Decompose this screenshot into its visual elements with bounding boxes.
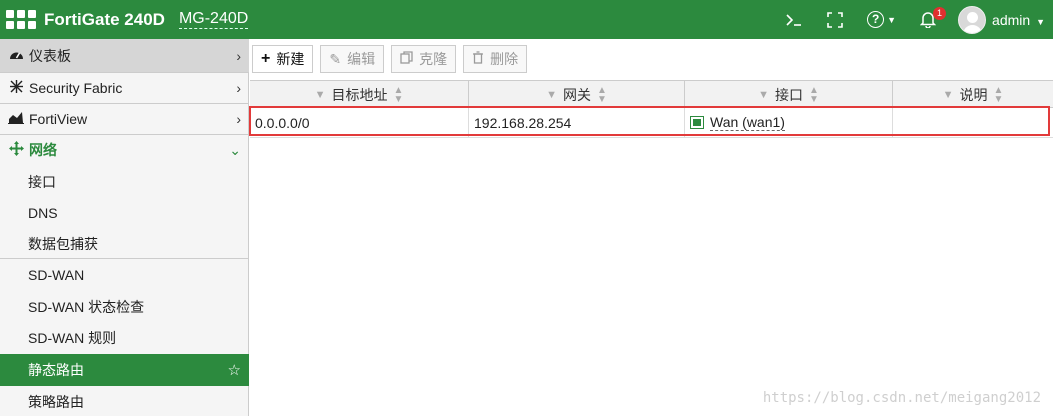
top-bar-actions: ? ▼ 1 admin ▼ [785, 0, 1053, 39]
network-icon [6, 141, 26, 159]
interface-link[interactable]: Wan (wan1) [710, 114, 785, 131]
chevron-right-icon: › [236, 47, 241, 64]
filter-icon[interactable]: ▼ [943, 89, 954, 101]
avatar[interactable] [958, 5, 987, 34]
column-label: 网关 [562, 86, 591, 103]
sidebar-item-security-fabric[interactable]: Security Fabric › [0, 73, 249, 103]
watermark: https://blog.csdn.net/meigang2012 [762, 390, 1041, 406]
column-header-gateway[interactable]: ▼ 网关 ▲ ▼ [469, 81, 685, 108]
sidebar-item-policy-routes[interactable]: 策略路由 [0, 387, 249, 416]
static-routes-table: ▼ 目标地址 ▲ ▼ ▼ 网关 ▲ ▼ ▼ 接口 ▲ ▼ ▼ 说明 ▲ ▼ 0.0.0.… [249, 80, 1053, 138]
sidebar-item-label: SD-WAN [28, 267, 85, 283]
notifications-button[interactable]: 1 [920, 7, 947, 28]
sidebar-item-static-routes[interactable]: 静态路由 ☆ [0, 354, 249, 386]
dashboard-icon [6, 48, 26, 64]
sidebar-item-packet-capture[interactable]: 数据包捕获 [0, 228, 249, 259]
delete-button[interactable]: 删除 [463, 45, 528, 73]
sidebar-item-sd-wan-rules[interactable]: SD-WAN 规则 [0, 322, 249, 353]
interface-cell: Wan (wan1) [685, 108, 893, 137]
port-icon [690, 116, 704, 129]
chevron-right-icon: › [236, 80, 241, 96]
clone-icon [400, 51, 413, 67]
toolbar: + 新建 ✎ 编辑 克隆 删除 [252, 45, 534, 73]
sort-icon[interactable]: ▲ ▼ [597, 85, 607, 104]
star-icon[interactable]: ☆ [228, 361, 241, 379]
filter-icon[interactable]: ▼ [758, 89, 769, 101]
destination-cell: 0.0.0.0/0 [250, 108, 469, 137]
pencil-icon: ✎ [329, 50, 342, 67]
column-header-interface[interactable]: ▼ 接口 ▲ ▼ [685, 81, 893, 108]
sidebar-item-label: 仪表板 [29, 47, 71, 64]
sidebar-item-label: 网络 [29, 142, 57, 158]
notification-badge: 1 [933, 7, 947, 20]
column-header-destination[interactable]: ▼ 目标地址 ▲ ▼ [250, 81, 469, 108]
sidebar-item-sd-wan[interactable]: SD-WAN [0, 259, 249, 291]
create-new-button[interactable]: + 新建 [252, 45, 314, 73]
fullscreen-icon[interactable] [827, 11, 843, 28]
chevron-right-icon: › [236, 111, 241, 127]
button-label: 克隆 [419, 51, 448, 67]
sidebar-item-label: 静态路由 [28, 362, 84, 378]
plus-icon: + [261, 50, 271, 67]
help-menu[interactable]: ? ▼ [867, 11, 896, 28]
caret-down-icon: ▼ [887, 14, 897, 25]
sidebar-item-label: SD-WAN 规则 [28, 329, 117, 346]
clone-button[interactable]: 克隆 [391, 45, 457, 73]
sidebar-item-label: SD-WAN 状态检查 [28, 298, 145, 315]
edit-button[interactable]: ✎ 编辑 [320, 45, 385, 73]
sidebar-item-label: 接口 [28, 173, 56, 190]
sidebar-item-label: FortiView [29, 111, 88, 127]
sidebar-item-interfaces[interactable]: 接口 [0, 166, 249, 197]
user-menu[interactable]: admin ▼ [992, 12, 1045, 28]
button-label: 编辑 [347, 51, 376, 67]
button-label: 删除 [490, 51, 519, 67]
username: admin [992, 11, 1031, 28]
filter-icon[interactable]: ▼ [546, 89, 557, 101]
chart-icon [6, 111, 26, 127]
fabric-icon [6, 79, 26, 97]
comment-cell [893, 108, 1053, 137]
sidebar-item-label: 数据包捕获 [28, 235, 98, 252]
product-name: FortiGate 240D [44, 9, 165, 29]
trash-icon [472, 51, 484, 67]
filter-icon[interactable]: ▼ [315, 89, 326, 101]
sidebar-item-network[interactable]: 网络 ⌄ [0, 135, 249, 165]
sidebar-item-label: DNS [28, 204, 58, 221]
sort-icon[interactable]: ▲ ▼ [993, 85, 1003, 104]
sidebar-item-label: Security Fabric [29, 80, 123, 96]
column-label: 目标地址 [331, 86, 388, 103]
hostname-link[interactable]: MG-240D [178, 10, 249, 29]
caret-down-icon: ▼ [1036, 16, 1045, 27]
sidebar: 仪表板 › Security Fabric › FortiView › 网络 ⌄… [0, 39, 249, 416]
table-row[interactable]: 0.0.0.0/0 192.168.28.254 Wan (wan1) [249, 106, 1053, 138]
column-header-comments[interactable]: ▼ 说明 ▲ ▼ [893, 81, 1053, 108]
sidebar-item-dashboard[interactable]: 仪表板 › [0, 39, 249, 72]
column-label: 接口 [774, 86, 803, 103]
terminal-icon[interactable] [785, 12, 803, 28]
button-label: 新建 [276, 51, 305, 67]
help-icon: ? [867, 11, 885, 28]
sidebar-item-dns[interactable]: DNS [0, 197, 249, 228]
sort-icon[interactable]: ▲ ▼ [809, 85, 819, 104]
fortinet-logo-icon [6, 9, 36, 31]
table-header: ▼ 目标地址 ▲ ▼ ▼ 网关 ▲ ▼ ▼ 接口 ▲ ▼ ▼ 说明 ▲ ▼ [250, 80, 1053, 108]
top-bar: FortiGate 240D MG-240D ? ▼ 1 admin ▼ [0, 0, 1053, 39]
column-label: 说明 [959, 86, 988, 103]
gateway-cell: 192.168.28.254 [469, 108, 685, 137]
chevron-down-icon: ⌄ [229, 141, 241, 158]
sidebar-item-fortiview[interactable]: FortiView › [0, 104, 249, 134]
sidebar-item-label: 策略路由 [28, 393, 84, 410]
sort-icon[interactable]: ▲ ▼ [393, 85, 403, 104]
sidebar-item-sd-wan-status-check[interactable]: SD-WAN 状态检查 [0, 291, 249, 322]
